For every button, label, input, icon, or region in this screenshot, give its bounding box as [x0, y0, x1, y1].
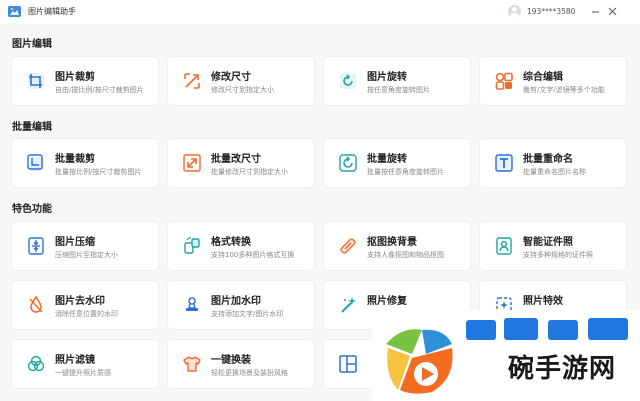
watermark-text: 碗手游网 [508, 354, 617, 384]
rename-icon [493, 152, 515, 174]
card-photo-filter[interactable]: 照片滤镜 一键提升照片质感 [12, 340, 158, 388]
magic-wand-icon [337, 294, 359, 316]
crop-icon [25, 70, 47, 92]
convert-icon [181, 235, 203, 257]
section-title-batch-edit: 批量编辑 [12, 122, 52, 133]
card-batch-crop[interactable]: 批量裁剪 批量按比例/按尺寸裁剪图片 [12, 139, 158, 187]
remove-watermark-icon [25, 294, 47, 316]
card-outfit-change[interactable]: 一键换装 轻松更换场景及装扮风格 [168, 340, 314, 388]
clothing-icon [181, 353, 203, 375]
card-batch-rename[interactable]: 批量重命名 批量重命名图片名称 [480, 139, 626, 187]
card-add-watermark[interactable]: 图片加水印 支持添加文字/图片水印 [168, 281, 314, 329]
compress-icon [25, 235, 47, 257]
rotate-icon [337, 70, 359, 92]
site-watermark: 碗手游网 [372, 310, 640, 401]
layout-icon [337, 353, 359, 375]
section-title-image-edit: 图片编辑 [12, 39, 52, 50]
card-remove-watermark[interactable]: 图片去水印 消除任意位置的水印 [12, 281, 158, 329]
cutout-icon [337, 235, 359, 257]
app-title: 图片编辑助手 [28, 7, 76, 16]
resize-icon [181, 70, 203, 92]
user-phone[interactable]: 193****3580 [527, 7, 575, 16]
card-compress[interactable]: 图片压缩 压缩图片至指定大小 [12, 222, 158, 270]
minimize-icon[interactable] [589, 5, 602, 18]
card-image-crop[interactable]: 图片裁剪 自由/按比例/按尺寸裁剪图片 [12, 57, 158, 105]
watermark-blue-text-art [466, 318, 628, 340]
close-icon[interactable] [606, 5, 619, 18]
card-rotate[interactable]: 图片旋转 按任意角度旋转图片 [324, 57, 470, 105]
image-editor-logo [8, 6, 21, 17]
section-title-featured: 特色功能 [12, 204, 52, 215]
watermark-logo [386, 329, 453, 394]
add-watermark-icon [181, 294, 203, 316]
card-cutout-background[interactable]: 抠图换背景 支持人像抠图和物品抠图 [324, 222, 470, 270]
batch-crop-icon [25, 152, 47, 174]
id-photo-icon [493, 235, 515, 257]
filter-icon [25, 353, 47, 375]
card-resize[interactable]: 修改尺寸 修改尺寸到指定大小 [168, 57, 314, 105]
card-batch-resize[interactable]: 批量改尺寸 批量修改尺寸到指定大小 [168, 139, 314, 187]
avatar[interactable] [508, 5, 521, 18]
card-combined-edit[interactable]: 综合编辑 裁剪/文字/滤镜等多个功能 [480, 57, 626, 105]
card-batch-rotate[interactable]: 批量旋转 批量按任意角度旋转图片 [324, 139, 470, 187]
card-format-convert[interactable]: 格式转换 支持100多种图片格式互换 [168, 222, 314, 270]
batch-rotate-icon [337, 152, 359, 174]
grid-edit-icon [493, 70, 515, 92]
title-bar: 图片编辑助手 193****3580 [0, 0, 640, 24]
batch-resize-icon [181, 152, 203, 174]
card-id-photo[interactable]: 智能证件照 支持多种规格的证件照 [480, 222, 626, 270]
